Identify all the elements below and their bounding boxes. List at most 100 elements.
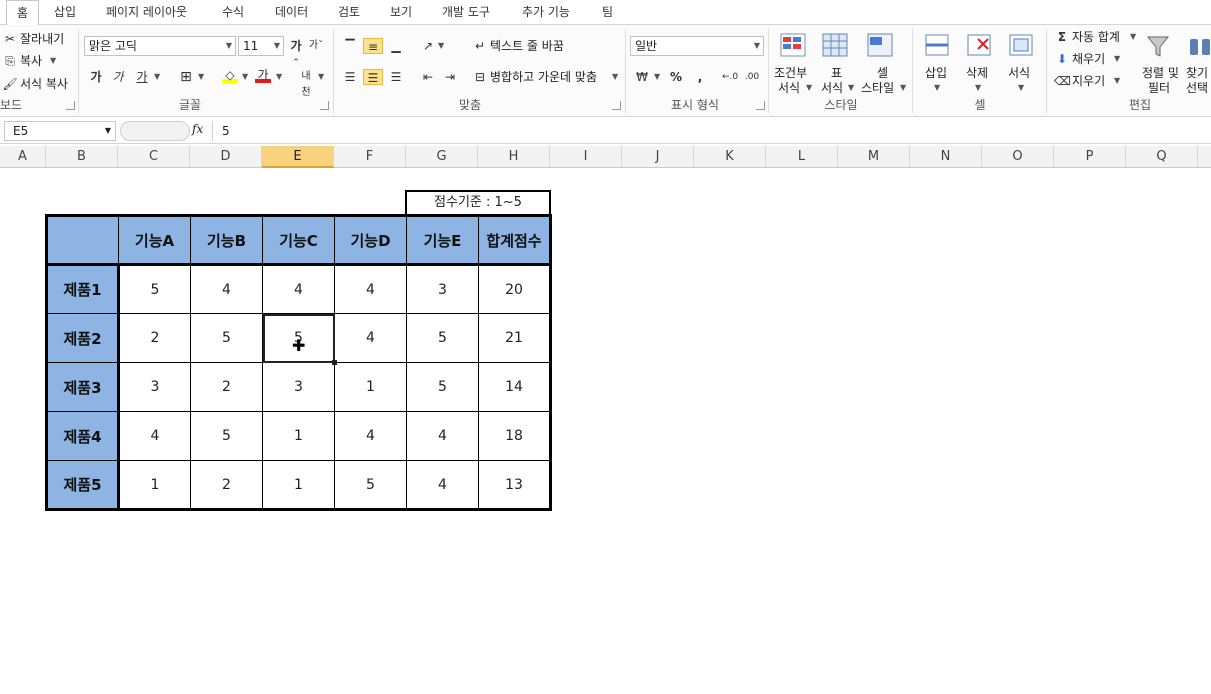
format-as-table-label-2[interactable]: 서식 <box>821 80 843 96</box>
chevron-down-icon[interactable]: ▼ <box>1018 80 1024 96</box>
table-cell[interactable]: 5 <box>190 411 263 461</box>
chevron-down-icon[interactable]: ▼ <box>1114 51 1120 67</box>
decrease-decimal-icon[interactable]: .00 <box>744 69 760 85</box>
fill-down-icon[interactable]: ⬇ <box>1054 51 1070 67</box>
name-box[interactable]: E5 ▼ <box>4 121 116 141</box>
format-cells-button[interactable]: 서식 <box>1008 65 1030 81</box>
dialog-launcher-icon[interactable] <box>66 101 75 110</box>
format-as-table-icon[interactable] <box>821 31 851 61</box>
chevron-down-icon[interactable]: ▼ <box>276 69 282 85</box>
table-cell[interactable]: 5 <box>406 313 479 363</box>
phonetic-guide-icon[interactable]: 내천 <box>298 69 314 98</box>
table-cell[interactable]: 1 <box>262 460 335 510</box>
align-center-icon[interactable]: ☰ <box>363 69 383 85</box>
table-header-cell[interactable]: 기능C <box>262 215 335 266</box>
chevron-down-icon[interactable]: ▼ <box>198 69 204 85</box>
tab-formulas[interactable]: 수식 <box>222 0 244 25</box>
align-right-icon[interactable]: ☰ <box>388 69 404 85</box>
align-middle-icon[interactable]: ≡ <box>363 38 383 54</box>
chevron-down-icon[interactable]: ▼ <box>934 80 940 96</box>
merge-center-icon[interactable]: ⊟ <box>472 69 488 85</box>
column-header-c[interactable]: C <box>118 146 190 168</box>
chevron-down-icon[interactable]: ▼ <box>612 69 618 85</box>
table-cell[interactable]: 13 <box>478 460 551 510</box>
table-cell[interactable]: 2 <box>190 460 263 510</box>
conditional-formatting-icon[interactable] <box>779 31 809 61</box>
delete-cells-icon[interactable] <box>964 31 994 61</box>
column-header-q[interactable]: Q <box>1126 146 1198 168</box>
table-cell[interactable]: 2 <box>190 362 263 412</box>
sort-filter-button[interactable]: 정렬 및 <box>1142 65 1179 81</box>
table-cell[interactable]: 5 <box>118 264 191 314</box>
table-header-cell[interactable]: 기능E <box>406 215 479 266</box>
copy-icon[interactable]: ⎘ <box>2 53 18 69</box>
grow-font-icon[interactable]: 가^ <box>288 38 304 66</box>
table-cell[interactable]: 1 <box>262 411 335 461</box>
conditional-formatting-label-2[interactable]: 서식 <box>778 80 800 96</box>
table-header-cell[interactable]: 기능A <box>118 215 191 266</box>
table-cell[interactable]: 4 <box>406 411 479 461</box>
column-header-e[interactable]: E <box>262 146 334 168</box>
copy-button[interactable]: 복사 <box>20 53 42 69</box>
table-cell[interactable]: 5 <box>334 460 407 510</box>
italic-button[interactable]: 가 <box>110 69 126 85</box>
chevron-down-icon[interactable]: ▼ <box>900 80 906 96</box>
align-left-icon[interactable]: ☰ <box>342 69 358 85</box>
chevron-down-icon[interactable]: ▼ <box>105 122 111 140</box>
cell-styles-label[interactable]: 셀 <box>877 65 888 81</box>
underline-button[interactable]: 가 <box>134 69 150 85</box>
score-criteria-note[interactable]: 점수기준 : 1~5 <box>405 190 551 216</box>
orientation-icon[interactable]: ↗ <box>420 38 436 54</box>
column-header-o[interactable]: O <box>982 146 1054 168</box>
align-bottom-icon[interactable]: ▁ <box>388 38 404 54</box>
chevron-down-icon[interactable]: ▼ <box>1114 73 1120 89</box>
column-header-n[interactable]: N <box>910 146 982 168</box>
cell-styles-label-2[interactable]: 스타일 <box>861 80 894 96</box>
fill-button[interactable]: 채우기 <box>1072 51 1105 67</box>
table-cell[interactable]: 14 <box>478 362 551 412</box>
chevron-down-icon[interactable]: ▼ <box>318 69 324 85</box>
font-color-icon[interactable]: 가 <box>255 67 271 83</box>
table-cell[interactable]: 2 <box>118 313 191 363</box>
fill-color-icon[interactable]: ◇ <box>222 67 238 83</box>
column-header-j[interactable]: J <box>622 146 694 168</box>
merge-center-button[interactable]: 병합하고 가운데 맞춤 <box>490 69 597 85</box>
tab-insert[interactable]: 삽입 <box>54 0 76 25</box>
font-name-select[interactable]: 맑은 고딕 ▼ <box>84 36 236 56</box>
tab-addins[interactable]: 추가 기능 <box>522 0 570 25</box>
insert-cells-icon[interactable] <box>922 31 952 61</box>
insert-cells-button[interactable]: 삽입 <box>925 65 947 81</box>
autosum-icon[interactable]: Σ <box>1054 29 1070 45</box>
table-corner-cell[interactable] <box>46 215 119 266</box>
chevron-down-icon[interactable]: ▼ <box>975 80 981 96</box>
table-cell[interactable]: 4 <box>334 264 407 314</box>
chevron-down-icon[interactable]: ▼ <box>1130 29 1136 45</box>
chevron-down-icon[interactable]: ▼ <box>654 69 660 85</box>
row-label-cell[interactable]: 제품4 <box>46 411 120 461</box>
table-cell[interactable]: 4 <box>334 411 407 461</box>
row-label-cell[interactable]: 제품3 <box>46 362 120 412</box>
row-label-cell[interactable]: 제품2 <box>46 313 120 363</box>
sort-filter-icon[interactable] <box>1144 31 1174 61</box>
chevron-down-icon[interactable]: ▼ <box>806 80 812 96</box>
shrink-font-icon[interactable]: 가ˇ <box>308 38 324 54</box>
chevron-down-icon[interactable]: ▼ <box>848 80 854 96</box>
dialog-launcher-icon[interactable] <box>612 101 621 110</box>
tab-view[interactable]: 보기 <box>390 0 412 25</box>
column-header-l[interactable]: L <box>766 146 838 168</box>
tab-data[interactable]: 데이터 <box>275 0 308 25</box>
column-header-i[interactable]: I <box>550 146 622 168</box>
column-header-b[interactable]: B <box>46 146 118 168</box>
autosum-button[interactable]: 자동 합계 <box>1072 29 1120 45</box>
cut-button[interactable]: 잘라내기 <box>20 31 64 47</box>
format-painter-button[interactable]: 서식 복사 <box>20 76 68 92</box>
sort-filter-button-2[interactable]: 필터 <box>1148 80 1170 96</box>
column-header-p[interactable]: P <box>1054 146 1126 168</box>
insert-function-icon[interactable]: fx <box>192 122 203 136</box>
row-label-cell[interactable]: 제품5 <box>46 460 120 510</box>
table-header-cell[interactable]: 합계점수 <box>478 215 551 266</box>
table-cell[interactable]: 5 <box>190 313 263 363</box>
table-cell[interactable]: 4 <box>334 313 407 363</box>
table-cell[interactable]: 20 <box>478 264 551 314</box>
find-select-button-2[interactable]: 선택 <box>1186 80 1208 96</box>
